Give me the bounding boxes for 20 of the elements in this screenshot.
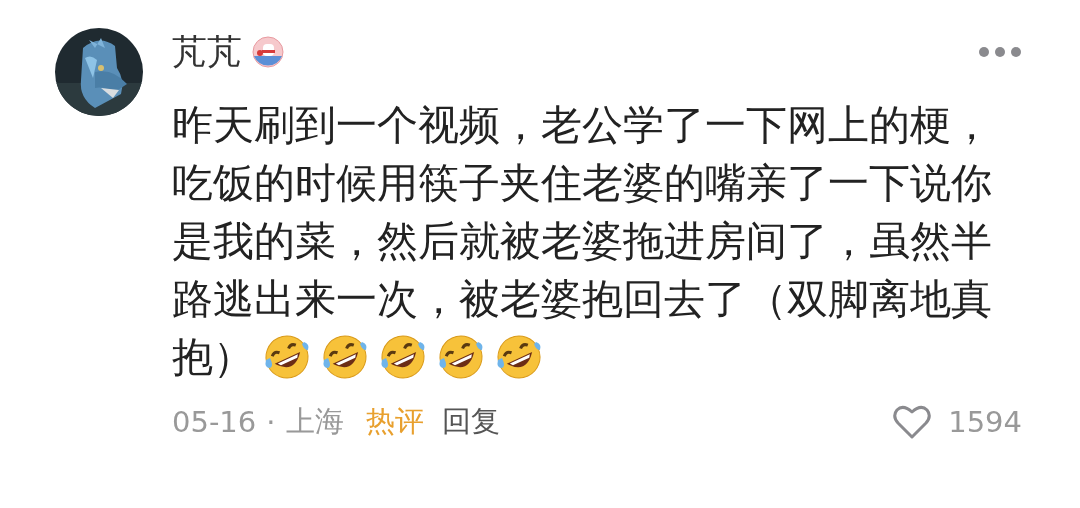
laughing-face-icon (494, 332, 544, 382)
separator-dot: · (266, 405, 276, 439)
comment-text: 是我的菜，然后就被老婆拖进房间了，虽然半 (172, 216, 992, 267)
laughing-face-icon (262, 332, 312, 382)
username[interactable]: 芃芃 (172, 28, 242, 76)
hot-comment-tag: 热评 (365, 402, 424, 442)
comment-text: 抱） (172, 332, 254, 383)
reply-link[interactable]: 回复 (441, 402, 500, 442)
location-text: 上海 (285, 403, 344, 440)
badge-icon (252, 36, 284, 68)
comment-text: 昨天刷到一个视频，老公学了一下网上的梗， (172, 100, 992, 151)
laughing-face-icon (320, 332, 370, 382)
more-icon[interactable] (978, 46, 1022, 58)
comment-text: 吃饭的时候用筷子夹住老婆的嘴亲了一下说你 (172, 158, 992, 209)
comment-date: 05-16 (172, 405, 257, 439)
comment-text: 路逃出来一次，被老婆抱回去了（双脚离地真 (172, 274, 992, 325)
laughing-face-icon (436, 332, 486, 382)
like-icon[interactable] (892, 404, 933, 440)
laughing-face-icon (378, 332, 428, 382)
like-count: 1594 (948, 405, 1022, 439)
